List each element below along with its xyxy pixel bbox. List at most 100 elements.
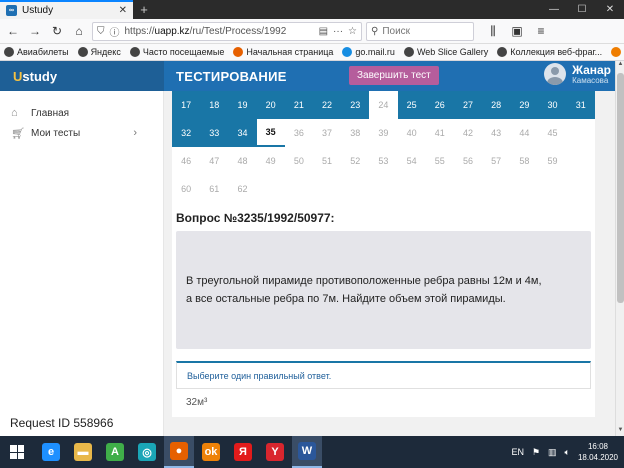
home-button-icon[interactable]: ⌂: [70, 22, 88, 40]
page-scrollbar[interactable]: ▲ ▼: [615, 61, 624, 436]
library-icon[interactable]: ⫼: [484, 22, 502, 40]
question-number-cell[interactable]: 62: [228, 175, 257, 203]
close-icon[interactable]: ✕: [119, 5, 127, 16]
scroll-down-icon[interactable]: ▼: [616, 427, 624, 436]
question-number-cell[interactable]: 34: [228, 119, 257, 147]
question-number-cell[interactable]: 58: [510, 147, 539, 175]
maximize-icon[interactable]: ☐: [568, 0, 596, 19]
browser-tab[interactable]: ∞ Ustudy ✕: [0, 0, 133, 19]
taskbar-app[interactable]: Y: [260, 436, 290, 468]
question-number-cell[interactable]: 25: [397, 91, 426, 119]
question-number-cell[interactable]: 32: [172, 119, 201, 147]
question-number-cell[interactable]: 36: [284, 119, 313, 147]
clock[interactable]: 16:08 18.04.2020: [578, 441, 618, 463]
taskbar-app[interactable]: ●: [164, 436, 194, 468]
question-number-cell[interactable]: 30: [538, 91, 567, 119]
question-number-cell[interactable]: 57: [482, 147, 511, 175]
question-number-cell[interactable]: 51: [312, 147, 342, 175]
network-icon[interactable]: ▥: [548, 447, 557, 458]
scroll-up-icon[interactable]: ▲: [616, 61, 624, 70]
question-number-cell[interactable]: 17: [172, 91, 201, 119]
question-number-cell[interactable]: 18: [200, 91, 229, 119]
question-number-cell[interactable]: 21: [284, 91, 313, 119]
question-number-cell[interactable]: 31: [566, 91, 595, 119]
question-number-cell[interactable]: 35: [256, 119, 285, 147]
question-number-cell[interactable]: 54: [397, 147, 426, 175]
taskbar-app[interactable]: W: [292, 436, 322, 468]
question-number-cell[interactable]: 20: [256, 91, 285, 119]
question-number-cell[interactable]: 40: [397, 119, 426, 147]
question-number-cell[interactable]: 42: [453, 119, 483, 147]
question-number-cell[interactable]: 27: [453, 91, 483, 119]
taskbar-app[interactable]: ▬: [68, 436, 98, 468]
question-number-cell[interactable]: 33: [200, 119, 229, 147]
question-number-cell[interactable]: 24: [369, 91, 398, 119]
question-number-cell[interactable]: 23: [341, 91, 370, 119]
sidebar-item-my-tests[interactable]: 🛒︎ Мои тесты ›: [0, 123, 163, 143]
question-number-cell[interactable]: 43: [482, 119, 511, 147]
minimize-icon[interactable]: —: [540, 0, 568, 19]
question-number-cell[interactable]: 19: [228, 91, 257, 119]
bookmark-item[interactable]: Коллекция веб-фраг...: [497, 47, 602, 57]
taskbar-app[interactable]: ◎: [132, 436, 162, 468]
question-number-cell[interactable]: 45: [538, 119, 567, 147]
menu-icon[interactable]: ≡: [532, 22, 550, 40]
question-number-cell[interactable]: 46: [172, 147, 201, 175]
address-bar[interactable]: ⛉ ⓘ https://uapp.kz/ru/Test/Process/1992…: [92, 21, 362, 41]
question-number-cell[interactable]: 38: [341, 119, 370, 147]
question-number-cell[interactable]: 55: [425, 147, 454, 175]
scroll-thumb[interactable]: [617, 73, 624, 303]
start-button[interactable]: [0, 436, 34, 468]
question-number-cell[interactable]: 49: [256, 147, 285, 175]
url-text[interactable]: https://uapp.kz/ru/Test/Process/1992: [125, 26, 314, 37]
answer-option[interactable]: 32м³: [176, 397, 591, 407]
question-number-cell[interactable]: 28: [482, 91, 511, 119]
brand-logo[interactable]: Ustudy: [0, 61, 164, 91]
question-number-cell[interactable]: 48: [228, 147, 257, 175]
bookmark-star-icon[interactable]: ☆: [348, 26, 357, 37]
back-icon[interactable]: ←: [4, 22, 22, 40]
sidebar-toggle-icon[interactable]: ▣: [508, 22, 526, 40]
bookmark-item[interactable]: Авиабилеты: [4, 47, 69, 57]
question-number-cell[interactable]: 29: [510, 91, 539, 119]
question-number-cell[interactable]: 59: [538, 147, 567, 175]
forward-icon[interactable]: →: [26, 22, 44, 40]
info-icon[interactable]: ⓘ: [110, 24, 120, 39]
page-actions-icon[interactable]: ···: [333, 26, 343, 37]
new-tab-icon[interactable]: +: [133, 0, 155, 19]
language-indicator[interactable]: EN: [511, 447, 524, 457]
question-number-cell[interactable]: 52: [341, 147, 370, 175]
question-number-cell[interactable]: 26: [425, 91, 454, 119]
bookmark-item[interactable]: Часто посещаемые: [129, 47, 224, 57]
taskbar-app[interactable]: ok: [196, 436, 226, 468]
question-number-cell[interactable]: 50: [284, 147, 313, 175]
question-number-cell[interactable]: 37: [312, 119, 342, 147]
question-number-cell[interactable]: 39: [369, 119, 398, 147]
reload-icon[interactable]: ↻: [48, 22, 66, 40]
question-number-cell[interactable]: 60: [172, 175, 201, 203]
bookmark-item[interactable]: Яндекс: [77, 47, 121, 57]
search-input[interactable]: [382, 25, 463, 37]
question-number-cell[interactable]: 22: [312, 91, 342, 119]
bookmark-item[interactable]: Рекомендуемые сайты: [611, 47, 624, 57]
sidebar-item-home[interactable]: ⌂ Главная: [0, 103, 163, 123]
question-number-cell[interactable]: 44: [510, 119, 539, 147]
finish-test-button[interactable]: Завершить тест: [349, 66, 439, 85]
bookmark-item[interactable]: Web Slice Gallery: [403, 47, 488, 57]
taskbar-app[interactable]: A: [100, 436, 130, 468]
window-close-icon[interactable]: ✕: [596, 0, 624, 19]
taskbar-app[interactable]: Я: [228, 436, 258, 468]
taskbar-app[interactable]: e: [36, 436, 66, 468]
question-number-cell[interactable]: 53: [369, 147, 398, 175]
question-number-cell[interactable]: 47: [200, 147, 229, 175]
bookmark-item[interactable]: Начальная страница: [233, 47, 333, 57]
user-menu[interactable]: Жанар Камасова: [544, 63, 611, 85]
question-number-cell[interactable]: 41: [425, 119, 454, 147]
bookmark-item[interactable]: go.mail.ru: [342, 47, 395, 57]
question-number-cell[interactable]: 61: [200, 175, 229, 203]
question-number-cell[interactable]: 56: [453, 147, 483, 175]
volume-icon[interactable]: 🔈︎: [565, 447, 570, 458]
reader-view-icon[interactable]: ▤: [319, 26, 328, 37]
shield-icon[interactable]: ⛉: [97, 26, 105, 37]
flag-icon[interactable]: ⚑: [532, 447, 540, 458]
